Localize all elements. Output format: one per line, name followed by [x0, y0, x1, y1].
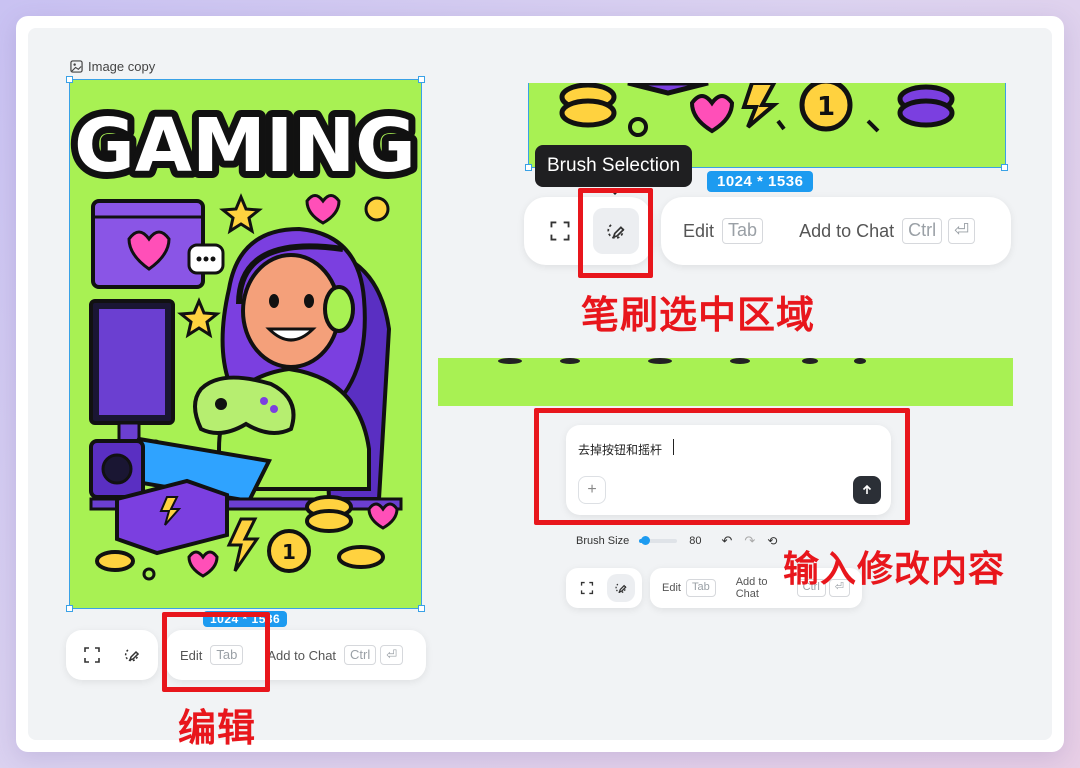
select-tools-group-small: [566, 568, 642, 608]
text-cursor: [673, 439, 674, 455]
dimension-badge-large: 1024 * 1536: [707, 171, 814, 192]
brush-size-label: Brush Size: [576, 535, 630, 547]
chat-input[interactable]: 去掉按钮和摇杆: [578, 441, 662, 458]
resize-handle[interactable]: [525, 164, 532, 171]
resize-handle[interactable]: [66, 76, 73, 83]
select-tools-group-large: [524, 197, 652, 265]
undo-icon[interactable]: ↶: [721, 533, 732, 549]
resize-handle[interactable]: [66, 605, 73, 612]
tooltip-arrow: [608, 188, 622, 195]
edit-button[interactable]: Edit Tab: [180, 645, 244, 665]
gaming-artwork[interactable]: GAMING GAMING 1: [69, 79, 422, 609]
frame-select-icon: [550, 221, 570, 241]
gaming-title: GAMING: [74, 103, 416, 189]
edit-label: Edit: [180, 647, 203, 663]
annotation-edit: 编辑: [178, 706, 257, 750]
brush-selection-tooltip: Brush Selection: [535, 145, 693, 187]
add-to-chat-shortcut: Ctrl: [344, 645, 377, 665]
brush-selection-button[interactable]: [593, 208, 639, 254]
edit-actions-group-large: Edit Tab Add to Chat Ctrl ⏎: [661, 197, 1011, 265]
edit-shortcut: Tab: [722, 218, 764, 244]
edit-button[interactable]: Edit Tab: [662, 579, 716, 597]
art-strip-middle: [438, 358, 1013, 406]
svg-text:1: 1: [282, 540, 296, 564]
brush-size-row: Brush Size 80 ↶ ↷ ⟲: [566, 526, 811, 556]
edit-label: Edit: [662, 582, 681, 594]
frame-select-icon: [84, 647, 100, 663]
add-to-chat-label: Add to Chat: [799, 220, 895, 241]
brush-size-slider[interactable]: [639, 536, 678, 545]
add-to-chat-label: Add to Chat: [267, 647, 337, 663]
annotation-brush-select: 笔刷选中区域: [581, 293, 816, 337]
add-to-chat-button[interactable]: Add to Chat Ctrl ⏎: [267, 645, 404, 665]
frame-select-icon: [580, 581, 594, 595]
annotation-input-edit: 输入修改内容: [783, 549, 1006, 590]
crop-select-button[interactable]: [75, 638, 109, 672]
resize-handle[interactable]: [418, 76, 425, 83]
brush-icon: [615, 583, 627, 594]
resize-handle[interactable]: [418, 605, 425, 612]
add-attachment-button[interactable]: +: [578, 476, 606, 504]
edit-actions-group: Edit Tab Add to Chat Ctrl ⏎: [166, 630, 426, 680]
enter-key-icon: ⏎: [380, 645, 404, 665]
add-to-chat-button[interactable]: Add to Chat Ctrl ⏎: [799, 218, 976, 244]
redo-icon[interactable]: ↷: [744, 533, 755, 549]
image-icon: [70, 60, 83, 73]
crop-select-button[interactable]: [537, 208, 583, 254]
edit-button[interactable]: Edit Tab: [683, 218, 764, 244]
art-strip-marks: [490, 352, 990, 364]
plus-icon: +: [587, 481, 597, 498]
enter-key-icon: ⏎: [948, 218, 976, 244]
brush-size-value[interactable]: 80: [681, 531, 710, 551]
image-label: Image copy: [70, 59, 155, 74]
reset-icon[interactable]: ⟲: [767, 534, 777, 548]
gaming-illustration: GAMING GAMING 1: [69, 96, 422, 581]
brush-icon: [607, 224, 625, 239]
edit-label: Edit: [683, 220, 715, 241]
edit-shortcut: Tab: [685, 579, 716, 597]
send-button[interactable]: [853, 476, 881, 504]
add-to-chat-shortcut: Ctrl: [902, 218, 943, 244]
select-tools-group: [66, 630, 158, 680]
resize-handle[interactable]: [1001, 164, 1008, 171]
brush-size-knob[interactable]: [641, 536, 650, 545]
arrow-up-icon: [862, 484, 872, 494]
brush-selection-button[interactable]: [115, 638, 149, 672]
brush-selection-button[interactable]: [607, 574, 635, 602]
chat-input-box: 去掉按钮和摇杆 +: [566, 425, 891, 515]
dimension-badge: 1024 * 1536: [203, 611, 288, 627]
brush-icon: [124, 649, 140, 662]
edit-shortcut: Tab: [210, 645, 244, 665]
crop-select-button[interactable]: [573, 574, 601, 602]
image-label-text: Image copy: [88, 59, 156, 74]
